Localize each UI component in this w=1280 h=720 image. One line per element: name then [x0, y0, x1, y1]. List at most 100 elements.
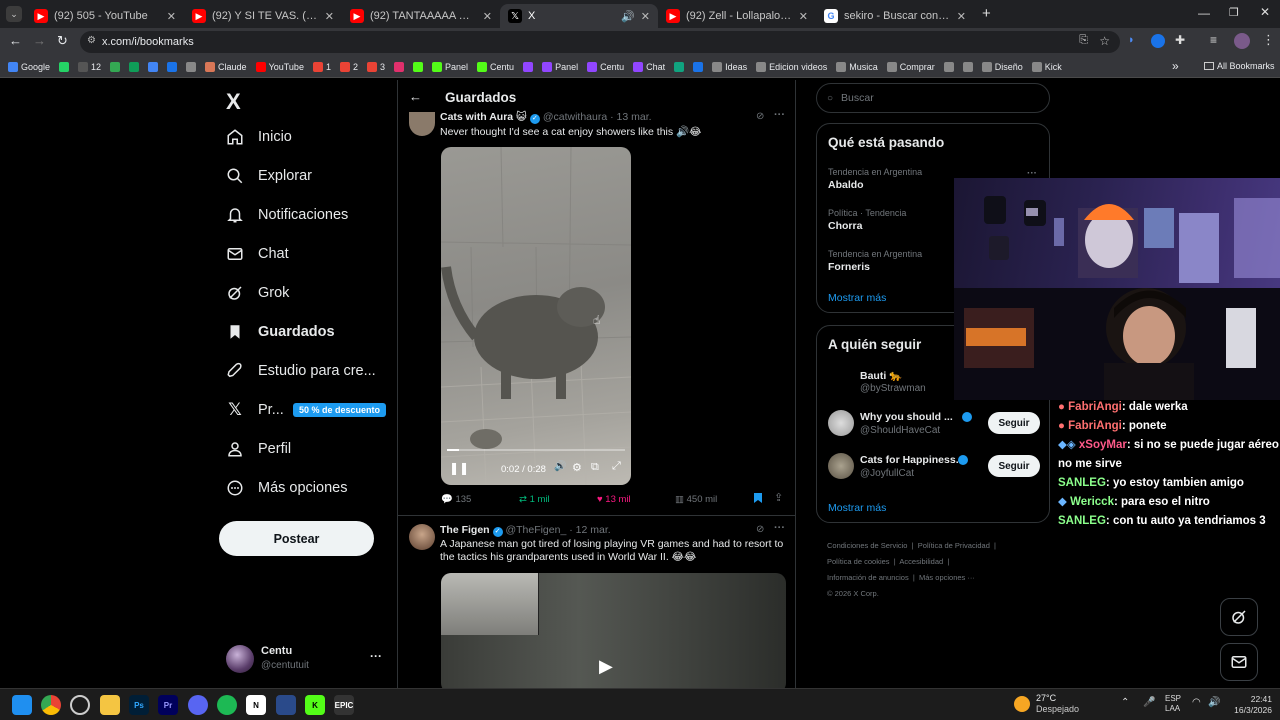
- trend-item[interactable]: Tendencia en Argentina Forneris: [828, 249, 922, 273]
- audio-playing-icon[interactable]: 🔊: [621, 10, 635, 23]
- browser-tab[interactable]: ▶ (92) TANTAAAAA PLATAAA FT S ✕: [342, 4, 500, 28]
- account-more-icon[interactable]: ···: [370, 649, 382, 663]
- bookmark-item[interactable]: [523, 61, 534, 72]
- bookmark-item[interactable]: [167, 61, 178, 72]
- premium-discount-badge[interactable]: 50 % de descuento: [293, 403, 387, 417]
- notion-icon[interactable]: N: [246, 695, 266, 715]
- trend-item[interactable]: Política · Tendencia Chorra: [828, 208, 906, 232]
- back-icon[interactable]: ←: [9, 33, 22, 48]
- chrome-alt-icon[interactable]: [70, 695, 90, 715]
- video-player[interactable]: ▶: [441, 573, 786, 688]
- bookmarks-overflow-icon[interactable]: »: [1172, 59, 1179, 73]
- post-time[interactable]: · 13 mar.: [610, 111, 651, 123]
- video-player[interactable]: ❚❚ 0:02 / 0:28 🔊 ⚙ ⧉ ⤢: [441, 147, 631, 485]
- bookmark-item[interactable]: Google: [8, 61, 50, 72]
- tray-chevron-icon[interactable]: ⌃: [1121, 697, 1129, 708]
- bookmark-item[interactable]: 3: [366, 61, 385, 72]
- pause-icon[interactable]: ❚❚: [449, 461, 469, 475]
- post-cats-with-aura[interactable]: Cats with Aura 😺 ✓ @catwithaura · 13 mar…: [398, 109, 795, 516]
- back-arrow-icon[interactable]: ←: [409, 89, 422, 104]
- bookmark-item[interactable]: Centu: [477, 61, 514, 72]
- bookmark-item[interactable]: Chat: [633, 61, 665, 72]
- follow-suggestion[interactable]: Why you should ... @ShouldHaveCat Seguir: [828, 408, 1043, 442]
- views-button[interactable]: ▥ 450 mil: [675, 494, 717, 505]
- bookmark-item[interactable]: [943, 61, 954, 72]
- extension-icon[interactable]: ◗: [1128, 34, 1142, 48]
- nav-item-mas-opciones[interactable]: Más opciones: [226, 479, 347, 497]
- grok-icon[interactable]: ⊘: [756, 111, 764, 122]
- x-logo-icon[interactable]: X: [226, 89, 241, 115]
- footer-link[interactable]: Información de anuncios: [827, 573, 909, 582]
- close-tab-icon[interactable]: ✕: [641, 10, 650, 23]
- footer-link[interactable]: Política de cookies: [827, 557, 890, 566]
- follow-button[interactable]: Seguir: [988, 455, 1040, 477]
- bookmark-item[interactable]: Centu: [587, 61, 624, 72]
- bookmark-item[interactable]: [674, 61, 685, 72]
- volume-icon[interactable]: 🔊: [1208, 697, 1220, 708]
- site-info-icon[interactable]: ⚙: [87, 35, 96, 46]
- premiere-icon[interactable]: Pr: [158, 695, 178, 715]
- nav-item-explorar[interactable]: Explorar: [226, 167, 312, 185]
- browser-tab-active[interactable]: 𝕏 X 🔊 ✕: [500, 4, 658, 28]
- new-tab-button[interactable]: +: [982, 5, 991, 22]
- bookmark-item[interactable]: 2: [339, 61, 358, 72]
- video-progress-track[interactable]: [447, 449, 625, 451]
- post-the-figen[interactable]: The Figen ✓ @TheFigen_ · 12 mar. ⊘ ··· A…: [398, 517, 795, 688]
- bookmark-item[interactable]: [59, 61, 70, 72]
- bookmark-item[interactable]: Panel: [542, 61, 578, 72]
- discord-icon[interactable]: [188, 695, 208, 715]
- grok-floating-button[interactable]: [1220, 598, 1258, 636]
- bookmark-item[interactable]: [693, 61, 704, 72]
- browser-menu-icon[interactable]: ⋮: [1262, 32, 1275, 48]
- account-switcher[interactable]: Centu @centutuit ···: [226, 642, 386, 676]
- post-time[interactable]: · 12 mar.: [569, 524, 610, 536]
- restore-icon[interactable]: ❐: [1229, 6, 1239, 19]
- footer-link[interactable]: Condiciones de Servicio: [827, 541, 907, 550]
- profile-avatar[interactable]: [1234, 33, 1250, 49]
- close-tab-icon[interactable]: ✕: [167, 10, 176, 23]
- bookmark-item[interactable]: Kick: [1031, 61, 1062, 72]
- wifi-icon[interactable]: ◠: [1192, 697, 1201, 708]
- share-icon[interactable]: ⇪: [774, 491, 783, 504]
- footer-link[interactable]: Accesibilidad: [899, 557, 943, 566]
- author-name[interactable]: Cats with Aura 😺: [440, 111, 527, 123]
- bookmark-item[interactable]: [110, 61, 121, 72]
- bookmark-item[interactable]: [129, 61, 140, 72]
- post-more-icon[interactable]: ···: [774, 522, 785, 534]
- extensions-puzzle-icon[interactable]: ✚: [1175, 33, 1185, 47]
- reply-button[interactable]: 💬 135: [441, 494, 471, 505]
- app-icon[interactable]: [276, 695, 296, 715]
- footer-link[interactable]: Política de Privacidad: [918, 541, 990, 550]
- bookmark-star-icon[interactable]: ☆: [1099, 34, 1110, 48]
- file-explorer-icon[interactable]: [100, 695, 120, 715]
- bookmark-item[interactable]: [186, 61, 197, 72]
- weather-widget[interactable]: 27°C Despejado: [1014, 693, 1079, 715]
- show-more-link[interactable]: Mostrar más: [828, 292, 886, 304]
- nav-item-inicio[interactable]: Inicio: [226, 128, 292, 146]
- post-more-icon[interactable]: ···: [774, 109, 785, 121]
- nav-item-estudio[interactable]: Estudio para cre...: [226, 362, 376, 380]
- post-button[interactable]: Postear: [219, 521, 374, 556]
- settings-icon[interactable]: ⚙: [572, 461, 582, 474]
- bookmark-item[interactable]: Ideas: [712, 61, 747, 72]
- forward-icon[interactable]: →: [33, 33, 46, 48]
- messages-floating-button[interactable]: [1220, 643, 1258, 681]
- nav-item-guardados[interactable]: Guardados: [226, 323, 335, 341]
- chrome-icon[interactable]: [41, 695, 61, 715]
- fullscreen-icon[interactable]: ⤢: [612, 460, 621, 473]
- close-window-icon[interactable]: ✕: [1260, 5, 1270, 19]
- address-bar[interactable]: ⚙ x.com/i/bookmarks ⎘ ☆: [80, 31, 1120, 53]
- bookmark-item[interactable]: Claude: [205, 61, 247, 72]
- language-indicator[interactable]: ESP LAA: [1165, 694, 1181, 714]
- close-tab-icon[interactable]: ✕: [325, 10, 334, 23]
- bookmark-item[interactable]: YouTube: [255, 61, 304, 72]
- extension-icon[interactable]: [1151, 34, 1165, 48]
- bookmark-item[interactable]: [148, 61, 159, 72]
- trend-item[interactable]: Tendencia en Argentina Abaldo: [828, 167, 922, 191]
- repost-button[interactable]: ⇄ 1 mil: [519, 494, 550, 505]
- bookmark-icon[interactable]: [754, 493, 762, 503]
- bookmark-item[interactable]: 12: [78, 61, 101, 72]
- browser-tab[interactable]: ▶ (92) Zell - Lollapalooza 2026 - Y ✕: [658, 4, 816, 28]
- windows-start-icon[interactable]: [12, 695, 32, 715]
- epic-games-icon[interactable]: EPIC: [334, 695, 354, 715]
